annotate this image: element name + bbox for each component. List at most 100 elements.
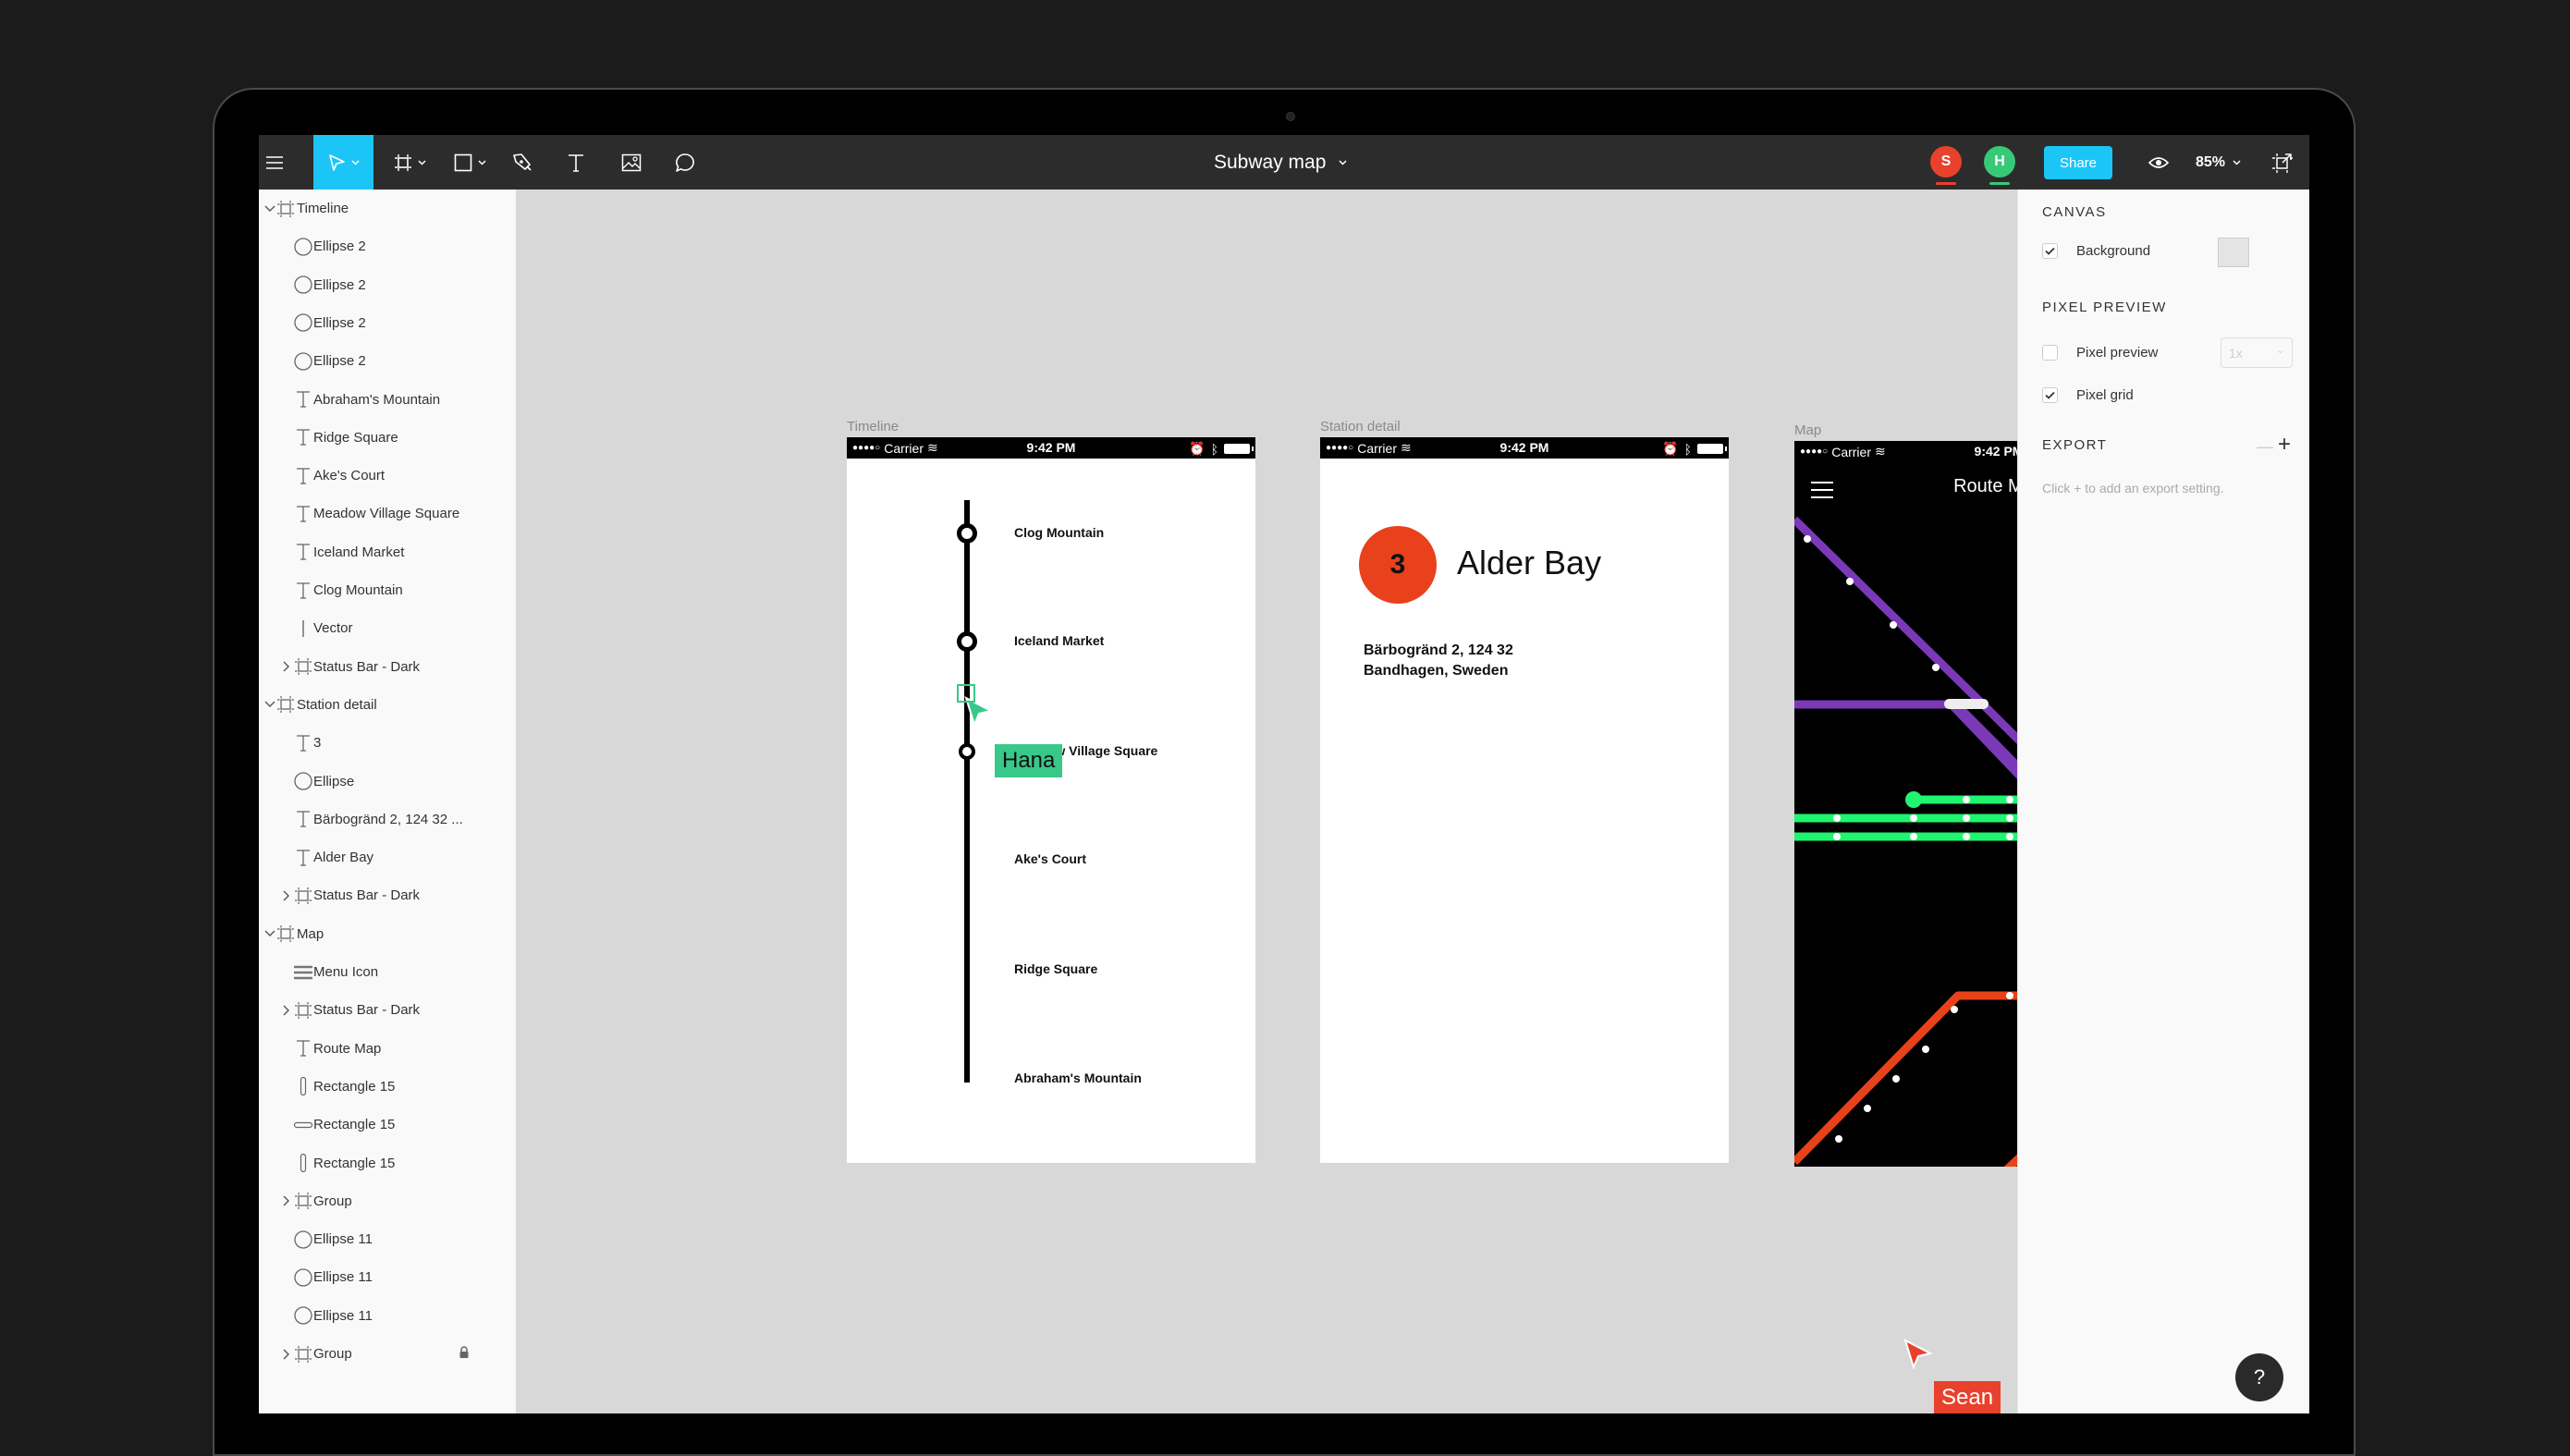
station-marker[interactable] <box>957 523 977 544</box>
layer-row[interactable]: Vector <box>259 609 516 647</box>
frame-label-map[interactable]: Map <box>1794 422 1821 438</box>
text-layer-icon <box>292 847 314 869</box>
layer-row[interactable]: Ellipse 2 <box>259 304 516 342</box>
add-export-button[interactable]: + <box>2278 432 2291 458</box>
vector-icon <box>292 618 314 640</box>
layer-row[interactable]: Clog Mountain <box>259 571 516 609</box>
layer-row[interactable]: Status Bar - Dark <box>259 991 516 1029</box>
present-button[interactable] <box>2267 135 2298 190</box>
layer-row[interactable]: Rectangle 15 <box>259 1106 516 1144</box>
layer-row[interactable]: Ellipse 2 <box>259 342 516 380</box>
timeline-frame[interactable]: ●●●●○ Carrier ≋ 9:42 PM ⏰ ᛒ Clog Mountain Ic… <box>847 437 1255 1163</box>
layer-row[interactable]: Menu Icon <box>259 953 516 991</box>
ellipse-icon <box>292 1229 314 1251</box>
frame-icon <box>292 999 314 1022</box>
frame-label-station-detail[interactable]: Station detail <box>1320 419 1401 434</box>
pixel-preview-scale-select[interactable]: 1x ⌄ <box>2221 337 2293 368</box>
layer-label: Rectangle 15 <box>313 1117 396 1133</box>
layer-frame-row[interactable]: Station detail <box>259 686 516 724</box>
collaborator-avatar-s[interactable]: S <box>1930 146 1962 177</box>
main-menu-button[interactable] <box>259 135 290 190</box>
preview-button[interactable] <box>2143 135 2174 190</box>
pen-tool-button[interactable] <box>507 135 538 190</box>
rectangle-icon <box>292 1152 314 1174</box>
text-tool-button[interactable] <box>560 135 592 190</box>
layer-label: Ellipse 11 <box>313 1231 373 1248</box>
layer-row[interactable]: Ellipse 2 <box>259 266 516 304</box>
layer-label: Abraham's Mountain <box>313 391 441 408</box>
layer-row[interactable]: Alder Bay <box>259 838 516 876</box>
layer-label: Ellipse 11 <box>313 1269 373 1286</box>
background-color-swatch[interactable] <box>2218 238 2249 267</box>
text-layer-icon <box>292 541 314 563</box>
chevron-down-icon <box>477 159 486 165</box>
frame-icon <box>292 1190 314 1212</box>
document-title-dropdown[interactable]: Subway map <box>1214 135 1347 190</box>
station-marker[interactable] <box>957 631 977 652</box>
image-icon <box>621 153 642 171</box>
share-button[interactable]: Share <box>2044 146 2112 179</box>
layer-row[interactable]: Status Bar - Dark <box>259 876 516 914</box>
image-tool-button[interactable] <box>616 135 647 190</box>
layer-frame-row[interactable]: Map <box>259 915 516 953</box>
layer-row[interactable]: Iceland Market <box>259 533 516 571</box>
canvas-section-title: CANVAS <box>2042 204 2107 220</box>
address-line-1: Bärbogränd 2, 124 32 <box>1364 642 1513 658</box>
shape-tool-button[interactable] <box>447 135 493 190</box>
comment-tool-button[interactable] <box>669 135 701 190</box>
station-dot <box>1892 1075 1900 1083</box>
layer-label: Rectangle 15 <box>313 1078 396 1095</box>
station-dot <box>1963 796 1970 803</box>
layer-row[interactable]: Ellipse 11 <box>259 1258 516 1296</box>
lock-icon[interactable] <box>459 1345 470 1363</box>
text-layer-icon <box>292 426 314 448</box>
alarm-icon: ⏰ <box>1189 441 1205 456</box>
layer-row[interactable]: Status Bar - Dark <box>259 648 516 686</box>
layer-row[interactable]: Bärbogränd 2, 124 32 ... <box>259 801 516 838</box>
zoom-level: 85% <box>2196 153 2226 170</box>
layer-row[interactable]: Meadow Village Square <box>259 495 516 532</box>
layer-row[interactable]: Abraham's Mountain <box>259 381 516 419</box>
layer-row[interactable]: 3 <box>259 724 516 762</box>
move-tool-button[interactable] <box>313 135 373 190</box>
background-checkbox[interactable] <box>2042 243 2058 259</box>
pixel-grid-checkbox[interactable] <box>2042 387 2058 403</box>
layer-row[interactable]: Group <box>259 1335 516 1373</box>
layer-label: Ellipse <box>313 773 355 789</box>
layer-label: Group <box>313 1346 352 1362</box>
station-number: 3 <box>1389 549 1406 580</box>
layer-label: Ake's Court <box>313 468 386 484</box>
layer-row[interactable]: Route Map <box>259 1030 516 1068</box>
remove-export-button[interactable]: — <box>2257 437 2273 457</box>
layer-row[interactable]: Ellipse <box>259 763 516 801</box>
ellipse-icon <box>292 1266 314 1289</box>
layer-row[interactable]: Rectangle 15 <box>259 1068 516 1106</box>
properties-panel: CANVAS Background PIXEL PREVIEW Pixel pr… <box>2017 190 2309 1413</box>
layer-row[interactable]: Ellipse 2 <box>259 227 516 265</box>
frame-tool-button[interactable] <box>386 135 433 190</box>
help-button[interactable]: ? <box>2235 1353 2283 1401</box>
station-address: Bärbogränd 2, 124 32 Bandhagen, Sweden <box>1364 641 1513 681</box>
station-detail-frame[interactable]: ●●●●○ Carrier ≋ 9:42 PM ⏰ ᛒ 3 Alder Bay Bär… <box>1320 437 1729 1163</box>
frame-label-timeline[interactable]: Timeline <box>847 419 899 434</box>
station-dot <box>2006 814 2013 822</box>
layer-frame-row[interactable]: Timeline <box>259 190 516 227</box>
timeline-station-label: Abraham's Mountain <box>1014 1071 1142 1085</box>
canvas[interactable]: Timeline ●●●●○ Carrier ≋ 9:42 PM ⏰ ᛒ Clog M… <box>516 190 2274 1413</box>
layer-row[interactable]: Group <box>259 1182 516 1220</box>
layer-row[interactable]: Rectangle 15 <box>259 1144 516 1182</box>
ellipse-icon <box>292 350 314 373</box>
pixel-preview-checkbox[interactable] <box>2042 345 2058 361</box>
present-icon <box>2272 153 2293 173</box>
pixel-preview-row: Pixel preview <box>2042 345 2158 361</box>
station-dot <box>1864 1105 1871 1112</box>
layer-row[interactable]: Ake's Court <box>259 457 516 495</box>
station-marker[interactable] <box>959 743 975 760</box>
text-icon <box>569 153 583 172</box>
layer-row[interactable]: Ridge Square <box>259 419 516 457</box>
layer-row[interactable]: Ellipse 11 <box>259 1297 516 1335</box>
pixel-preview-scale: 1x <box>2229 345 2243 361</box>
collaborator-avatar-h[interactable]: H <box>1984 146 2015 177</box>
layer-row[interactable]: Ellipse 11 <box>259 1220 516 1258</box>
zoom-dropdown[interactable]: 85% <box>2196 135 2241 190</box>
